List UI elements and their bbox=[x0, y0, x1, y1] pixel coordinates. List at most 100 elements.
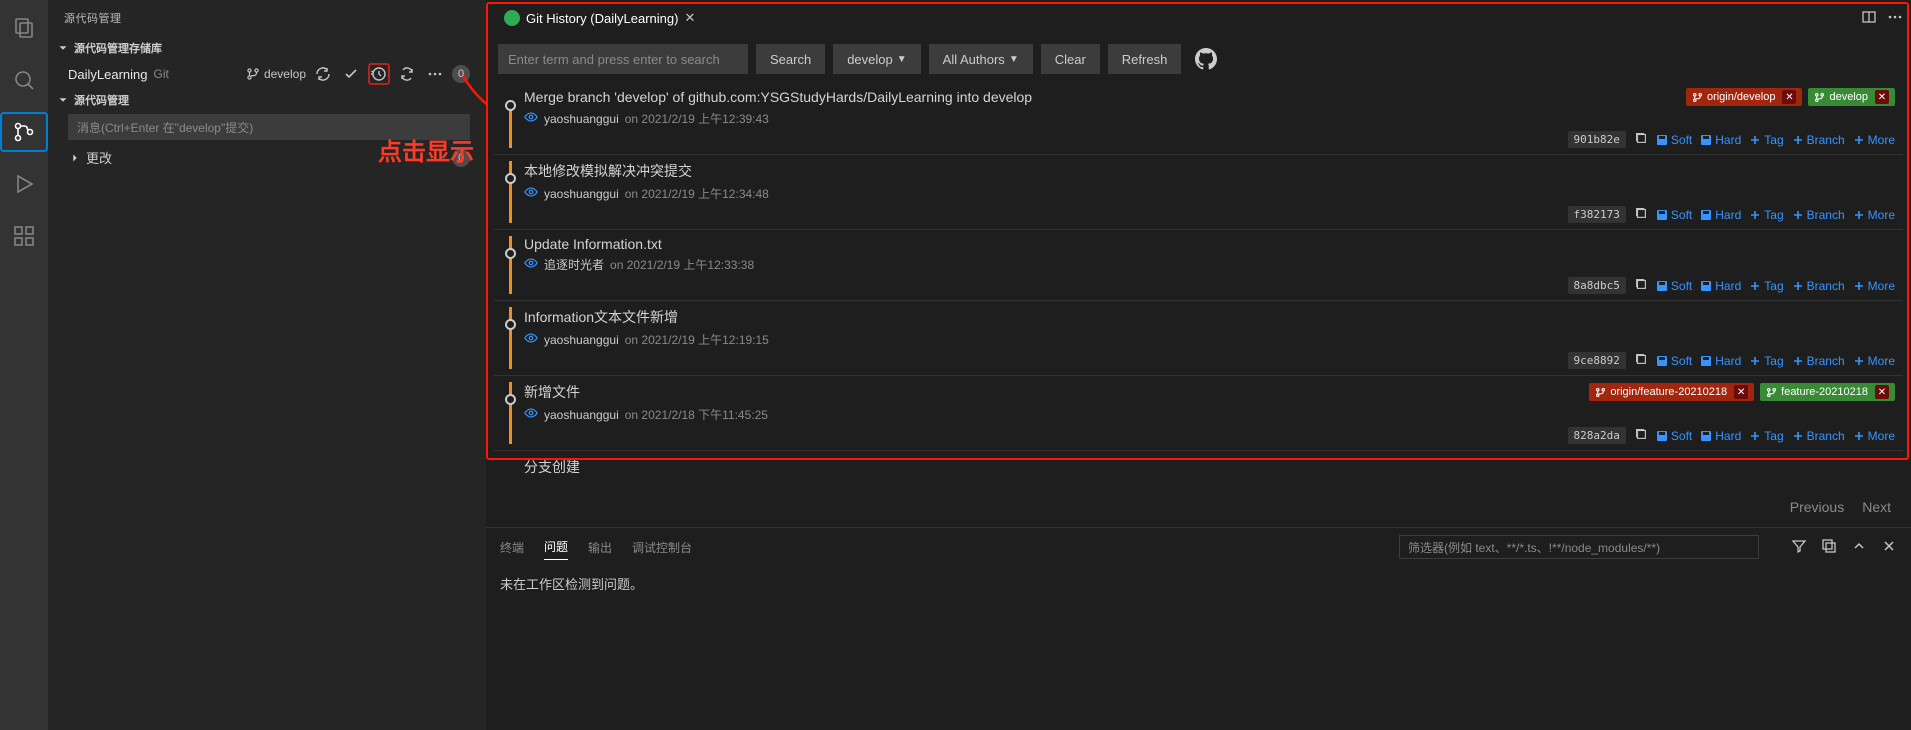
commit-date: on 2021/2/19 上午12:33:38 bbox=[610, 256, 754, 273]
ref-badge[interactable]: develop✕ bbox=[1808, 88, 1895, 106]
commit-row[interactable]: Information文本文件新增yaoshuangguion 2021/2/1… bbox=[494, 300, 1903, 375]
more-icon[interactable] bbox=[424, 63, 446, 85]
soft-reset-button[interactable]: Soft bbox=[1656, 429, 1692, 443]
commit-row[interactable]: Merge branch 'develop' of github.com:YSG… bbox=[494, 82, 1903, 154]
source-control-icon[interactable] bbox=[0, 112, 48, 152]
repo-row[interactable]: DailyLearning Git develop bbox=[48, 60, 486, 88]
commit-hash[interactable]: 901b82e bbox=[1568, 131, 1626, 148]
copy-hash-icon[interactable] bbox=[1634, 352, 1648, 369]
close-icon[interactable]: ✕ bbox=[684, 10, 695, 26]
tag-button[interactable]: Tag bbox=[1749, 279, 1783, 293]
commit-graph-dot bbox=[505, 100, 516, 111]
tag-button[interactable]: Tag bbox=[1749, 354, 1783, 368]
branch-button[interactable]: Branch bbox=[1792, 354, 1845, 368]
commit-row[interactable]: 分支创建 bbox=[494, 450, 1903, 483]
commit-actions: 901b82e Soft Hard Tag Branch More bbox=[524, 131, 1895, 148]
collapse-all-icon[interactable] bbox=[1821, 538, 1837, 557]
commit-date: on 2021/2/19 上午12:19:15 bbox=[625, 331, 769, 348]
more-button[interactable]: More bbox=[1853, 133, 1895, 147]
commit-row[interactable]: 本地修改模拟解决冲突提交yaoshuangguion 2021/2/19 上午1… bbox=[494, 154, 1903, 229]
copy-hash-icon[interactable] bbox=[1634, 277, 1648, 294]
commit-hash[interactable]: 8a8dbc5 bbox=[1568, 277, 1626, 294]
commit-actions: 9ce8892 Soft Hard Tag Branch More bbox=[524, 352, 1895, 369]
copy-hash-icon[interactable] bbox=[1634, 206, 1648, 223]
explorer-icon[interactable] bbox=[0, 8, 48, 48]
filter-icon[interactable] bbox=[1791, 538, 1807, 557]
close-panel-icon[interactable] bbox=[1881, 538, 1897, 557]
commit-date: on 2021/2/19 上午12:39:43 bbox=[625, 110, 769, 127]
commit-row[interactable]: Update Information.txt追逐时光者on 2021/2/19 … bbox=[494, 229, 1903, 300]
clear-button[interactable]: Clear bbox=[1041, 44, 1100, 74]
commit-message-input[interactable]: 消息(Ctrl+Enter 在"develop"提交) bbox=[68, 114, 470, 140]
authors-filter-button[interactable]: All Authors▼ bbox=[929, 44, 1033, 74]
branch-button[interactable]: Branch bbox=[1792, 279, 1845, 293]
refresh-button[interactable]: Refresh bbox=[1108, 44, 1182, 74]
run-debug-icon[interactable] bbox=[0, 164, 48, 204]
ref-badge[interactable]: origin/feature-20210218✕ bbox=[1589, 383, 1754, 401]
changes-row[interactable]: 更改 0 bbox=[48, 144, 486, 171]
branch-button[interactable]: Branch bbox=[1792, 208, 1845, 222]
tab-output[interactable]: 输出 bbox=[588, 535, 612, 560]
tab-debug-console[interactable]: 调试控制台 bbox=[632, 535, 692, 560]
branch-indicator[interactable]: develop bbox=[246, 67, 306, 81]
git-history-toolbar: Search develop▼ All Authors▼ Clear Refre… bbox=[486, 36, 1911, 82]
panel-body-text: 未在工作区检测到问题。 bbox=[486, 566, 1911, 601]
sidebar-title: 源代码管理 bbox=[48, 0, 486, 36]
github-icon[interactable] bbox=[1195, 48, 1217, 70]
tab-problems[interactable]: 问题 bbox=[544, 534, 568, 560]
git-history-button[interactable] bbox=[368, 63, 390, 85]
ref-badge[interactable]: feature-20210218✕ bbox=[1760, 383, 1895, 401]
tab-terminal[interactable]: 终端 bbox=[500, 535, 524, 560]
more-actions-icon[interactable] bbox=[1887, 9, 1903, 28]
extensions-icon[interactable] bbox=[0, 216, 48, 256]
search-icon[interactable] bbox=[0, 60, 48, 100]
commit-actions: 8a8dbc5 Soft Hard Tag Branch More bbox=[524, 277, 1895, 294]
ref-badge[interactable]: origin/develop✕ bbox=[1686, 88, 1803, 106]
repo-section-label: 源代码管理存储库 bbox=[74, 40, 162, 56]
branch-button[interactable]: Branch bbox=[1792, 133, 1845, 147]
tag-button[interactable]: Tag bbox=[1749, 208, 1783, 222]
commit-check-icon[interactable] bbox=[340, 63, 362, 85]
soft-reset-button[interactable]: Soft bbox=[1656, 279, 1692, 293]
hard-reset-button[interactable]: Hard bbox=[1700, 354, 1741, 368]
commit-row[interactable]: 新增文件 origin/feature-20210218✕ feature-2021… bbox=[494, 375, 1903, 450]
copy-hash-icon[interactable] bbox=[1634, 427, 1648, 444]
branch-button[interactable]: Branch bbox=[1792, 429, 1845, 443]
more-button[interactable]: More bbox=[1853, 208, 1895, 222]
commit-title: Update Information.txt bbox=[524, 236, 662, 252]
commit-hash[interactable]: 828a2da bbox=[1568, 427, 1626, 444]
tag-button[interactable]: Tag bbox=[1749, 429, 1783, 443]
tag-button[interactable]: Tag bbox=[1749, 133, 1783, 147]
more-button[interactable]: More bbox=[1853, 429, 1895, 443]
refresh-icon[interactable] bbox=[396, 63, 418, 85]
split-editor-icon[interactable] bbox=[1861, 9, 1877, 28]
hard-reset-button[interactable]: Hard bbox=[1700, 429, 1741, 443]
branch-name: develop bbox=[264, 67, 306, 81]
search-input[interactable] bbox=[498, 44, 748, 74]
soft-reset-button[interactable]: Soft bbox=[1656, 354, 1692, 368]
eye-icon bbox=[524, 256, 538, 273]
search-button[interactable]: Search bbox=[756, 44, 825, 74]
hard-reset-button[interactable]: Hard bbox=[1700, 279, 1741, 293]
soft-reset-button[interactable]: Soft bbox=[1656, 133, 1692, 147]
panel-filter-input[interactable]: 筛选器(例如 text、**/*.ts、!**/node_modules/**) bbox=[1399, 535, 1759, 559]
commit-hash[interactable]: 9ce8892 bbox=[1568, 352, 1626, 369]
more-button[interactable]: More bbox=[1853, 354, 1895, 368]
soft-reset-button[interactable]: Soft bbox=[1656, 208, 1692, 222]
repo-section-header[interactable]: 源代码管理存储库 bbox=[48, 36, 486, 60]
commit-hash[interactable]: f382173 bbox=[1568, 206, 1626, 223]
more-button[interactable]: More bbox=[1853, 279, 1895, 293]
hard-reset-button[interactable]: Hard bbox=[1700, 208, 1741, 222]
prev-page-button[interactable]: Previous bbox=[1790, 499, 1844, 515]
chevron-up-icon[interactable] bbox=[1851, 538, 1867, 557]
tab-git-history[interactable]: Git History (DailyLearning) ✕ bbox=[494, 0, 705, 36]
hard-reset-button[interactable]: Hard bbox=[1700, 133, 1741, 147]
sync-icon[interactable] bbox=[312, 63, 334, 85]
commit-date: on 2021/2/18 下午11:45:25 bbox=[625, 406, 768, 423]
copy-hash-icon[interactable] bbox=[1634, 131, 1648, 148]
scm-section-header[interactable]: 源代码管理 bbox=[48, 88, 486, 112]
branch-filter-button[interactable]: develop▼ bbox=[833, 44, 920, 74]
tab-title: Git History (DailyLearning) bbox=[526, 11, 678, 26]
next-page-button[interactable]: Next bbox=[1862, 499, 1891, 515]
commit-title: 新增文件 bbox=[524, 382, 580, 402]
